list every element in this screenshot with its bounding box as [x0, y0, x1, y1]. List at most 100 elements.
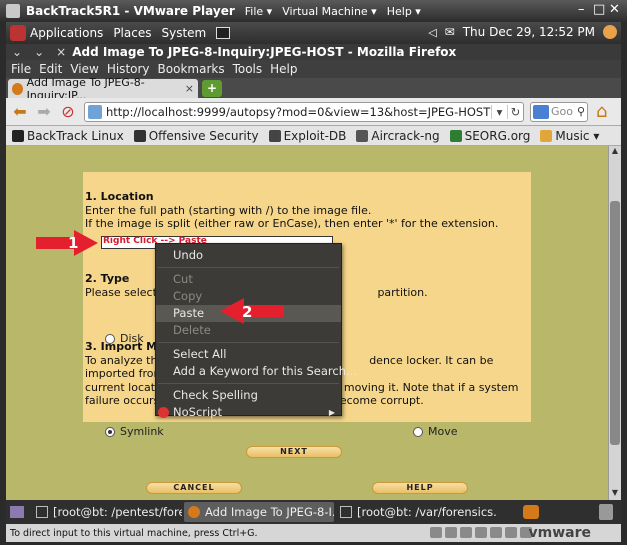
vm-input-hint: To direct input to this virtual machine,… — [10, 527, 258, 539]
bookmark-exploit-db[interactable]: Exploit-DB — [268, 128, 347, 143]
import-text-right: become corrupt. — [332, 394, 424, 407]
aircrack-icon — [356, 129, 369, 142]
location-split-note: If the image is split (either raw or EnC… — [85, 217, 499, 230]
site-identity-icon[interactable] — [88, 104, 102, 119]
bookmark-offensive-security[interactable]: Offensive Security — [133, 129, 259, 143]
radio-circle[interactable] — [105, 427, 115, 437]
type-heading: 2. Type — [85, 272, 130, 285]
vmware-window-title: BackTrack5R1 - VMware Player — [26, 4, 235, 18]
window-shade-icon[interactable]: ⌄ — [34, 45, 44, 59]
bookmark-aircrack-ng[interactable]: Aircrack-ng — [356, 129, 440, 143]
vmware-status-bar: To direct input to this virtual machine,… — [6, 524, 621, 542]
mail-icon[interactable]: ✉ — [445, 25, 455, 39]
terminal-icon — [36, 506, 48, 518]
task-firefox[interactable]: Add Image To JPEG-8-I... — [184, 502, 334, 522]
bookmark-backtrack-linux[interactable]: BackTrack Linux — [12, 129, 124, 143]
radio-circle[interactable] — [105, 334, 115, 344]
url-bar[interactable]: http://localhost:9999/autopsy?mod=0&view… — [84, 101, 524, 122]
vmware-menu-file[interactable]: File ▾ — [245, 5, 272, 18]
context-noscript[interactable]: NoScript ▶ — [156, 404, 341, 421]
arrow-1-shape — [36, 230, 98, 256]
radio-circle[interactable] — [413, 427, 423, 437]
menu-tools[interactable]: Tools — [233, 62, 263, 76]
bookmark-label: Exploit-DB — [283, 128, 347, 143]
menu-separator — [158, 383, 339, 384]
close-icon[interactable]: ✕ — [609, 2, 620, 17]
bookmark-music-folder[interactable]: Music ▾ — [540, 129, 599, 143]
vmware-logo-icon — [6, 4, 20, 18]
scroll-up-icon[interactable]: ▲ — [609, 146, 621, 158]
search-engine-icon[interactable] — [533, 104, 549, 119]
context-cut[interactable]: Cut — [156, 271, 341, 288]
scroll-down-icon[interactable]: ▼ — [609, 488, 621, 500]
move-radio[interactable]: Move — [413, 425, 458, 438]
symlink-radio[interactable]: Symlink — [105, 425, 164, 438]
usb-icon[interactable] — [475, 527, 487, 538]
trash-icon[interactable] — [599, 504, 613, 520]
task-terminal-pentest[interactable]: [root@bt: /pentest/fore... — [32, 502, 182, 522]
menu-help[interactable]: Help — [270, 62, 297, 76]
url-text[interactable]: http://localhost:9999/autopsy?mod=0&view… — [106, 105, 491, 119]
sound-icon[interactable] — [490, 527, 502, 538]
context-check-spelling[interactable]: Check Spelling — [156, 387, 341, 404]
page-scrollbar[interactable]: ▲ ▼ — [608, 146, 621, 500]
firefox-close-icon[interactable]: × — [56, 45, 66, 59]
places-menu[interactable]: Places — [113, 26, 151, 40]
panel-datetime[interactable]: Thu Dec 29, 12:52 PM — [463, 25, 595, 39]
user-icon[interactable] — [603, 25, 617, 39]
reload-icon[interactable]: ↻ — [507, 104, 523, 119]
vm-device-icons — [430, 527, 532, 538]
task-terminal-forensics[interactable]: [root@bt: /var/forensics... — [336, 502, 496, 522]
maximize-icon[interactable]: □ — [593, 2, 605, 17]
symlink-label: Symlink — [120, 425, 164, 438]
menu-separator — [158, 267, 339, 268]
menu-history[interactable]: History — [107, 62, 150, 76]
cd-icon[interactable] — [430, 527, 442, 538]
context-menu: Undo Cut Copy Paste Delete Select All Ad… — [155, 243, 357, 419]
network-icon[interactable] — [460, 527, 472, 538]
terminal-launcher-icon[interactable] — [216, 27, 231, 39]
location-instructions: Enter the full path (starting with /) to… — [85, 203, 372, 217]
notification-icon[interactable] — [523, 505, 539, 519]
type-text-right: partition. — [377, 285, 428, 299]
context-select-all[interactable]: Select All — [156, 346, 341, 363]
menu-separator — [158, 342, 339, 343]
next-button[interactable]: NEXT — [246, 446, 342, 458]
stop-icon[interactable]: ⊘ — [58, 102, 78, 122]
location-heading: 1. Location — [85, 190, 154, 203]
floppy-icon[interactable] — [445, 527, 457, 538]
search-box[interactable]: Goo ⚲ — [530, 101, 588, 122]
move-label: Move — [428, 425, 458, 438]
menu-file[interactable]: File — [11, 62, 31, 76]
show-desktop-icon[interactable] — [10, 506, 24, 518]
tab-add-image[interactable]: Add Image To JPEG-8-Inquiry:JP... × — [8, 76, 198, 102]
bookmark-seorg[interactable]: SEORG.org — [449, 129, 530, 143]
url-dropdown-icon[interactable]: ▾ — [491, 104, 507, 119]
vmware-menu-help[interactable]: Help ▾ — [387, 5, 421, 18]
menu-bookmarks[interactable]: Bookmarks — [158, 62, 225, 76]
tab-favicon-icon — [12, 82, 23, 95]
context-undo[interactable]: Undo — [156, 247, 341, 264]
menu-edit[interactable]: Edit — [39, 62, 62, 76]
home-icon[interactable]: ⌂ — [596, 101, 607, 122]
system-menu[interactable]: System — [161, 26, 206, 40]
back-icon[interactable]: ⬅ — [10, 102, 30, 122]
terminal-icon — [340, 506, 352, 518]
new-tab-button[interactable]: + — [202, 80, 222, 97]
disk-radio[interactable]: Disk — [105, 332, 144, 345]
minimize-icon[interactable]: – — [578, 2, 585, 17]
context-add-keyword[interactable]: Add a Keyword for this Search... — [156, 363, 357, 380]
printer-icon[interactable] — [505, 527, 517, 538]
window-menu-icon[interactable]: ⌄ — [12, 45, 22, 59]
menu-view[interactable]: View — [70, 62, 98, 76]
applications-menu[interactable]: Applications — [30, 26, 103, 40]
bookmark-label: BackTrack Linux — [27, 128, 124, 143]
vmware-menu-virtual-machine[interactable]: Virtual Machine ▾ — [282, 5, 377, 18]
cancel-button[interactable]: CANCEL — [146, 482, 242, 494]
search-icon[interactable]: ⚲ — [577, 105, 585, 118]
help-button[interactable]: HELP — [372, 482, 468, 494]
forward-icon[interactable]: ➡ — [34, 102, 54, 122]
volume-icon[interactable]: ◁ — [428, 26, 436, 39]
tab-close-icon[interactable]: × — [185, 82, 194, 95]
scroll-thumb[interactable] — [610, 201, 620, 445]
